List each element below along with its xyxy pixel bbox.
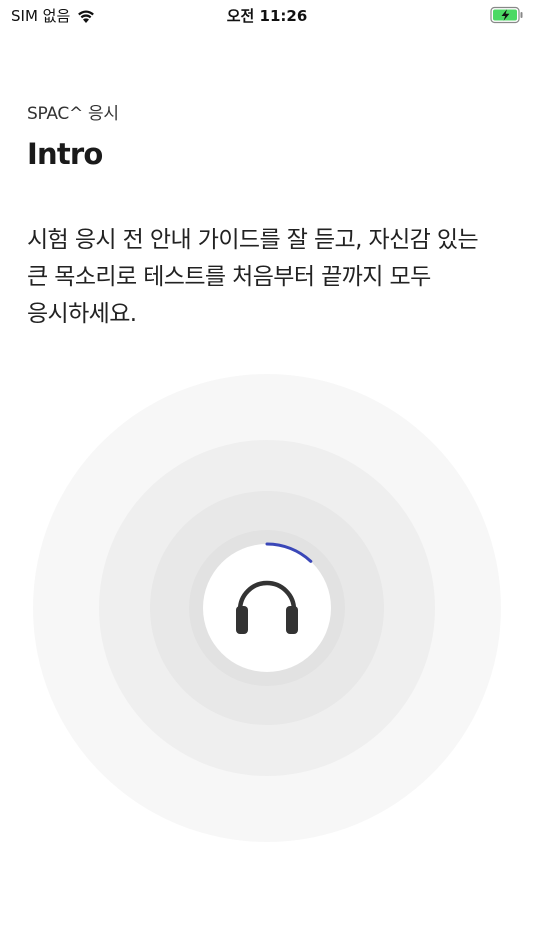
status-time: 오전 11:26 — [226, 7, 308, 25]
page-title: Intro — [27, 137, 103, 171]
instruction-text: 시험 응시 전 안내 가이드를 잘 듣고, 자신감 있는 큰 목소리로 테스트를… — [27, 227, 479, 327]
page-subtitle: SPAC^ 응시 — [27, 104, 119, 124]
ring-center — [203, 544, 331, 672]
battery-charging-icon — [490, 6, 523, 24]
audio-guide-visual — [33, 374, 501, 842]
status-bar: SIM 없음 오전 11:26 — [0, 0, 534, 30]
